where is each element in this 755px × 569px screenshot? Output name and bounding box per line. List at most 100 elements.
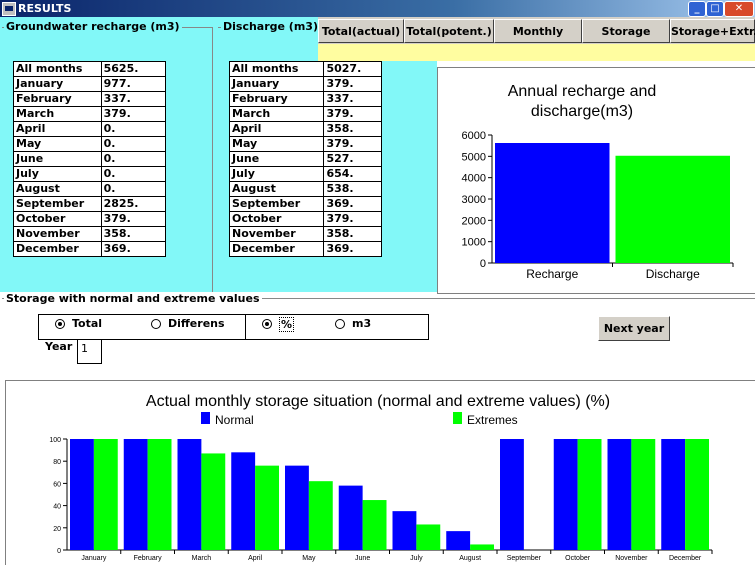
bar-normal-march bbox=[177, 439, 202, 550]
tab-monthly[interactable]: Monthly bbox=[494, 19, 582, 43]
monthly-y-tick-label: 20 bbox=[53, 526, 61, 533]
recharge-table-month-cell: January bbox=[13, 76, 102, 92]
discharge-table-month-cell: May bbox=[228, 136, 325, 152]
tab-total-actual[interactable]: Total(actual) bbox=[318, 19, 404, 43]
discharge-table-value-cell: 5027. bbox=[323, 61, 382, 77]
discharge-table-value-cell: 358. bbox=[323, 226, 382, 242]
discharge-table-month-cell: November bbox=[228, 226, 325, 242]
maximize-icon[interactable]: □ bbox=[706, 1, 724, 17]
annual-y-tick-label: 3000 bbox=[462, 194, 486, 206]
discharge-table-value-cell: 527. bbox=[323, 151, 382, 167]
monthly-x-tick-label: April bbox=[248, 555, 262, 562]
close-icon[interactable]: ✕ bbox=[724, 1, 754, 17]
monthly-y-tick-label: 100 bbox=[49, 437, 61, 444]
discharge-table-month-cell: June bbox=[228, 151, 325, 167]
annual-chart-title-line2: discharge(m3) bbox=[531, 103, 633, 120]
recharge-table-row: March 379. bbox=[13, 106, 167, 122]
monthly-y-tick-label: 80 bbox=[53, 459, 61, 466]
monthly-y-tick-label: 0 bbox=[57, 548, 61, 555]
annual-y-tick-label: 5000 bbox=[462, 151, 486, 163]
radio-differens[interactable] bbox=[151, 319, 161, 329]
bar-extremes-june bbox=[362, 500, 387, 550]
discharge-table-month-cell: September bbox=[228, 196, 325, 212]
bar-extremes-february bbox=[147, 439, 172, 550]
legend-label-extremes: Extremes bbox=[467, 413, 518, 427]
annual-chart-box: Annual recharge and discharge(m3) 0 1000 2… bbox=[437, 67, 755, 294]
recharge-table-row: June 0. bbox=[13, 151, 167, 167]
annual-y-tick-label: 2000 bbox=[462, 215, 486, 227]
radio-total-label: Total bbox=[72, 317, 103, 330]
year-label: Year bbox=[45, 340, 73, 353]
annual-x-tick-label: Recharge bbox=[526, 267, 578, 281]
monthly-x-tick-label: August bbox=[459, 555, 481, 562]
legend-swatch-extremes bbox=[453, 412, 462, 424]
recharge-group-side bbox=[212, 27, 213, 292]
bar-normal-october bbox=[553, 439, 578, 550]
recharge-table-row: December 369. bbox=[13, 241, 167, 257]
radio-m3[interactable] bbox=[335, 319, 345, 329]
discharge-table-row: August 538. bbox=[228, 181, 382, 197]
monthly-x-tick-label: June bbox=[355, 555, 370, 562]
recharge-table-row: July 0. bbox=[13, 166, 167, 182]
radio-percent[interactable] bbox=[262, 319, 272, 329]
bar-normal-june bbox=[338, 485, 363, 550]
discharge-table-row: February 337. bbox=[228, 91, 382, 107]
monthly-y-tick-label: 60 bbox=[53, 481, 61, 488]
discharge-table-row: November 358. bbox=[228, 226, 382, 242]
storage-options-divider bbox=[245, 314, 246, 340]
recharge-table-value-cell: 977. bbox=[100, 76, 167, 92]
annual-y-tick-label: 1000 bbox=[462, 237, 486, 249]
legend-swatch-normal bbox=[201, 412, 210, 424]
next-year-button[interactable]: Next year bbox=[598, 316, 670, 341]
bar-extremes-november bbox=[631, 439, 656, 550]
discharge-table-row: July 654. bbox=[228, 166, 382, 182]
recharge-table-month-cell: February bbox=[13, 91, 102, 107]
year-field[interactable]: 1 bbox=[77, 340, 102, 364]
annual-y-tick-label: 0 bbox=[480, 258, 486, 270]
recharge-table-row: August 0. bbox=[13, 181, 167, 197]
monthly-x-tick-label: October bbox=[565, 555, 591, 562]
discharge-table-month-cell: All months bbox=[228, 61, 325, 77]
discharge-table-row: All months 5027. bbox=[228, 61, 382, 77]
recharge-table-month-cell: April bbox=[13, 121, 102, 137]
recharge-title: Groundwater recharge (m3) bbox=[4, 20, 182, 33]
recharge-table-month-cell: March bbox=[13, 106, 102, 122]
recharge-table-value-cell: 0. bbox=[100, 181, 167, 197]
monthly-x-tick-label: July bbox=[410, 555, 423, 562]
title-bar: RESULTS _ □ ✕ bbox=[0, 0, 755, 17]
monthly-x-tick-label: January bbox=[81, 555, 106, 562]
discharge-table-month-cell: July bbox=[228, 166, 325, 182]
radio-differens-label: Differens bbox=[168, 317, 225, 330]
discharge-table-value-cell: 538. bbox=[323, 181, 382, 197]
recharge-table-row: February 337. bbox=[13, 91, 167, 107]
recharge-table-value-cell: 369. bbox=[100, 241, 167, 257]
radio-m3-label: m3 bbox=[352, 317, 372, 330]
radio-total[interactable] bbox=[55, 319, 65, 329]
discharge-table-row: April 358. bbox=[228, 121, 382, 137]
bar-normal-july bbox=[392, 511, 417, 550]
tab-storage[interactable]: Storage bbox=[582, 19, 670, 43]
annual-bar-recharge bbox=[495, 143, 610, 263]
bar-normal-august bbox=[446, 531, 471, 550]
discharge-table-month-cell: January bbox=[228, 76, 325, 92]
radio-percent-label: % bbox=[279, 317, 295, 332]
minimize-icon[interactable]: _ bbox=[688, 1, 706, 17]
yellow-strip bbox=[318, 44, 755, 61]
recharge-table-value-cell: 0. bbox=[100, 166, 167, 182]
recharge-table-row: November 358. bbox=[13, 226, 167, 242]
discharge-table-value-cell: 379. bbox=[323, 76, 382, 92]
recharge-table-value-cell: 337. bbox=[100, 91, 167, 107]
annual-y-tick-label: 4000 bbox=[462, 173, 486, 185]
bar-normal-january bbox=[70, 439, 94, 550]
recharge-table-row: April 0. bbox=[13, 121, 167, 137]
tab-total-potent[interactable]: Total(potent.) bbox=[404, 19, 494, 43]
bar-normal-september bbox=[500, 439, 524, 550]
tab-storage-extr[interactable]: Storage+Extr. bbox=[670, 19, 755, 43]
annual-bar-discharge bbox=[615, 155, 730, 263]
bar-extremes-october bbox=[577, 439, 602, 550]
discharge-table-value-cell: 369. bbox=[323, 196, 382, 212]
recharge-table-value-cell: 0. bbox=[100, 121, 167, 137]
recharge-table-row: October 379. bbox=[13, 211, 167, 227]
discharge-table-month-cell: February bbox=[228, 91, 325, 107]
app-icon bbox=[2, 2, 16, 16]
